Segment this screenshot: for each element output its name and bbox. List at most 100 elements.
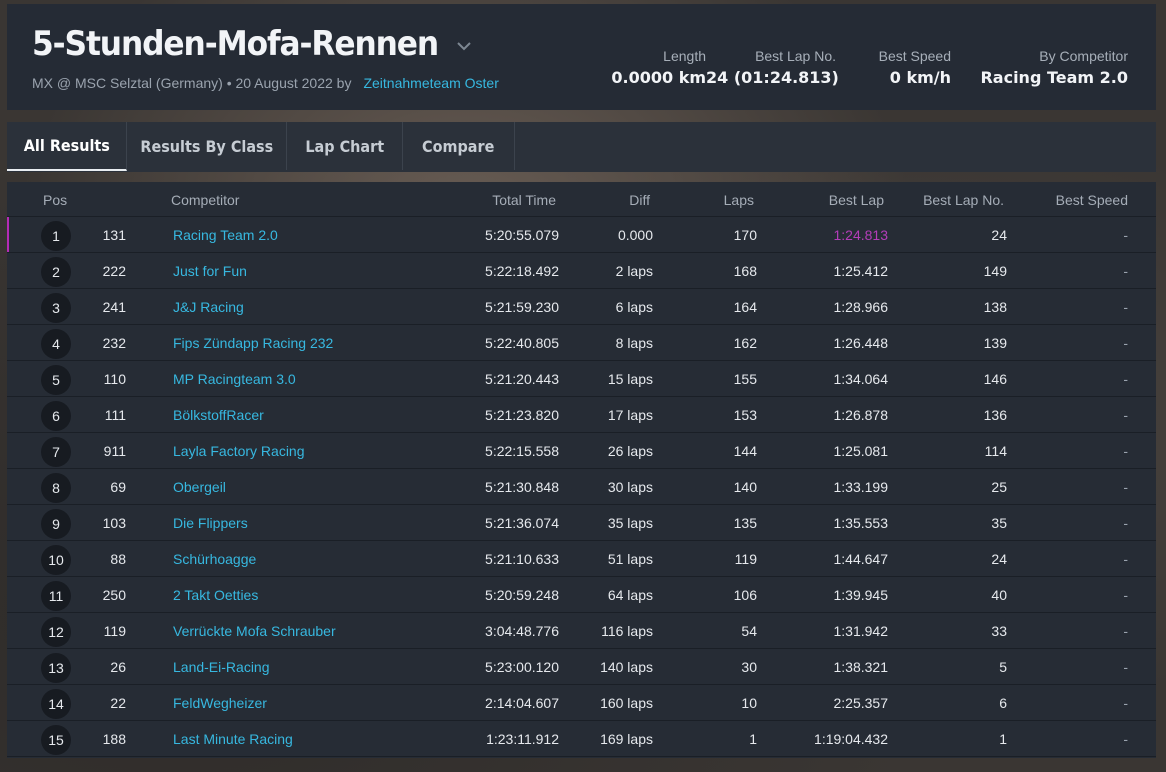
best-speed: -: [1123, 299, 1128, 315]
total-time: 5:21:59.230: [485, 299, 559, 315]
competitor-link[interactable]: Land-Ei-Racing: [173, 659, 270, 675]
table-row[interactable]: 12 119 Verrückte Mofa Schrauber 3:04:48.776…: [7, 613, 1156, 649]
position-badge: 12: [41, 617, 71, 647]
table-row[interactable]: 10 88 Schürhoagge 5:21:10.633 51 laps 119 1:44…: [7, 541, 1156, 577]
diff: 6 laps: [615, 299, 653, 315]
best-lap-no: 139: [983, 335, 1007, 351]
table-row[interactable]: 13 26 Land-Ei-Racing 5:23:00.120 140 laps 30 1…: [7, 649, 1156, 685]
col-best-lap-no[interactable]: Best Lap No.: [923, 192, 1004, 208]
event-subtitle: MX @ MSC Selztal (Germany) • 20 August 2…: [32, 75, 499, 91]
table-row[interactable]: 7 911 Layla Factory Racing 5:22:15.558 26 la…: [7, 433, 1156, 469]
total-time: 5:22:40.805: [485, 335, 559, 351]
col-laps[interactable]: Laps: [724, 192, 754, 208]
best-lap: 1:24.813: [833, 227, 889, 243]
col-pos[interactable]: Pos: [43, 192, 67, 208]
col-diff[interactable]: Diff: [629, 192, 650, 208]
results-table: Pos Competitor Total Time Diff Laps Best…: [7, 182, 1156, 758]
competitor-link[interactable]: 2 Takt Oetties: [173, 587, 258, 603]
competitor-link[interactable]: Schürhoagge: [173, 551, 256, 567]
total-time: 2:14:04.607: [485, 695, 559, 711]
total-time: 5:22:15.558: [485, 443, 559, 459]
competitor-link[interactable]: Verrückte Mofa Schrauber: [173, 623, 336, 639]
stat-value: Racing Team 2.0: [980, 68, 1128, 87]
table-row[interactable]: 11 250 2 Takt Oetties 5:20:59.248 64 laps 106…: [7, 577, 1156, 613]
total-time: 5:21:36.074: [485, 515, 559, 531]
diff: 140 laps: [600, 659, 653, 675]
table-row[interactable]: 9 103 Die Flippers 5:21:36.074 35 laps 135 1:3…: [7, 505, 1156, 541]
best-lap-no: 146: [983, 371, 1007, 387]
stat-value: 24 (01:24.813): [706, 68, 839, 87]
table-row[interactable]: 15 188 Last Minute Racing 1:23:11.912 169 la…: [7, 721, 1156, 757]
stat-best-lap-no: Best Lap No. 24 (01:24.813): [706, 48, 839, 87]
position-badge: 11: [41, 581, 71, 611]
diff: 15 laps: [607, 371, 653, 387]
total-time: 5:21:23.820: [485, 407, 559, 423]
competitor-link[interactable]: Just for Fun: [173, 263, 247, 279]
competitor-link[interactable]: Die Flippers: [173, 515, 248, 531]
laps: 54: [741, 623, 757, 639]
best-speed: -: [1123, 515, 1128, 531]
laps: 155: [733, 371, 757, 387]
best-lap-no: 40: [991, 587, 1007, 603]
position-badge: 10: [41, 545, 71, 575]
table-row[interactable]: 1 131 Racing Team 2.0 5:20:55.079 0.000 170 1:…: [7, 217, 1156, 253]
competitor-number: 222: [102, 263, 126, 279]
best-lap-no: 149: [983, 263, 1007, 279]
competitor-link[interactable]: FeldWegheizer: [173, 695, 267, 711]
event-title: 5-Stunden-Mofa-Rennen: [32, 24, 439, 64]
best-lap: 1:31.942: [833, 623, 889, 639]
position-badge: 2: [41, 257, 71, 287]
best-speed: -: [1123, 695, 1128, 711]
competitor-link[interactable]: Last Minute Racing: [173, 731, 293, 747]
competitor-number: 88: [110, 551, 126, 567]
col-total-time[interactable]: Total Time: [492, 192, 556, 208]
competitor-link[interactable]: Fips Zündapp Racing 232: [173, 335, 333, 351]
laps: 144: [733, 443, 757, 459]
competitor-number: 26: [110, 659, 126, 675]
laps: 162: [733, 335, 757, 351]
laps: 119: [734, 551, 757, 567]
competitor-link[interactable]: Racing Team 2.0: [173, 227, 278, 243]
chevron-down-icon[interactable]: [455, 37, 473, 55]
competitor-link[interactable]: MP Racingteam 3.0: [173, 371, 296, 387]
col-best-lap[interactable]: Best Lap: [829, 192, 884, 208]
table-row[interactable]: 8 69 Obergeil 5:21:30.848 30 laps 140 1:33.199…: [7, 469, 1156, 505]
table-row[interactable]: 4 232 Fips Zündapp Racing 232 5:22:40.805 8 …: [7, 325, 1156, 361]
best-lap: 1:28.966: [833, 299, 889, 315]
best-speed: -: [1123, 479, 1128, 495]
best-lap: 1:34.064: [833, 371, 889, 387]
table-row[interactable]: 6 111 BölkstoffRacer 5:21:23.820 17 laps 153 1…: [7, 397, 1156, 433]
competitor-number: 103: [102, 515, 126, 531]
laps: 30: [741, 659, 757, 675]
best-speed: -: [1123, 623, 1128, 639]
best-speed: -: [1123, 371, 1128, 387]
competitor-number: 911: [103, 443, 126, 459]
best-lap-no: 24: [991, 551, 1007, 567]
competitor-number: 69: [110, 479, 126, 495]
tab-lap-chart[interactable]: Lap Chart: [287, 122, 403, 170]
tab-results-by-class[interactable]: Results By Class: [127, 122, 287, 170]
best-lap: 1:38.321: [833, 659, 889, 675]
col-competitor[interactable]: Competitor: [171, 192, 239, 208]
table-row[interactable]: 14 22 FeldWegheizer 2:14:04.607 160 laps 10 2:…: [7, 685, 1156, 721]
competitor-link[interactable]: Obergeil: [173, 479, 226, 495]
laps: 164: [733, 299, 757, 315]
organizer-link[interactable]: Zeitnahmeteam Oster: [363, 75, 498, 91]
best-lap: 1:39.945: [833, 587, 889, 603]
total-time: 5:23:00.120: [485, 659, 559, 675]
best-lap: 1:25.412: [833, 263, 889, 279]
tab-all-results[interactable]: All Results: [7, 122, 127, 171]
position-badge: 6: [41, 401, 71, 431]
table-row[interactable]: 5 110 MP Racingteam 3.0 5:21:20.443 15 laps 1…: [7, 361, 1156, 397]
diff: 160 laps: [600, 695, 653, 711]
competitor-link[interactable]: J&J Racing: [173, 299, 244, 315]
col-best-speed[interactable]: Best Speed: [1056, 192, 1128, 208]
table-row[interactable]: 2 222 Just for Fun 5:22:18.492 2 laps 168 1:25…: [7, 253, 1156, 289]
table-row[interactable]: 3 241 J&J Racing 5:21:59.230 6 laps 164 1:28.9…: [7, 289, 1156, 325]
best-lap: 1:26.448: [833, 335, 889, 351]
stat-by-competitor: By Competitor Racing Team 2.0: [951, 48, 1128, 87]
tab-compare[interactable]: Compare: [403, 122, 515, 170]
competitor-link[interactable]: BölkstoffRacer: [173, 407, 264, 423]
competitor-link[interactable]: Layla Factory Racing: [173, 443, 305, 459]
position-badge: 3: [41, 293, 71, 323]
